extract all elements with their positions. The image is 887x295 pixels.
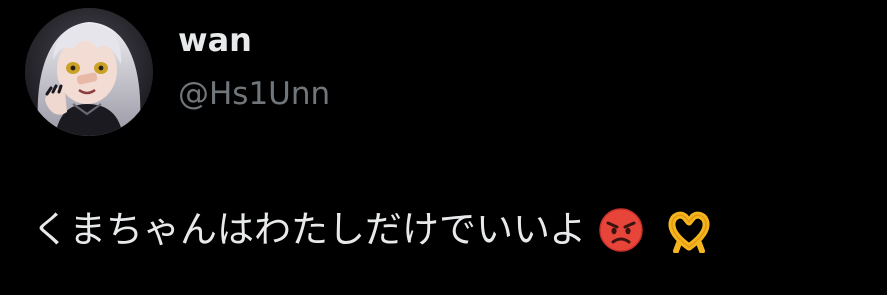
user-handle[interactable]: @Hs1Unn xyxy=(178,74,330,114)
angry-face-emoji xyxy=(598,207,644,253)
tweet-text: くまちゃんはわたしだけでいいよ xyxy=(32,208,587,251)
tweet: wan @Hs1Unn くまちゃんはわたしだけでいいよ xyxy=(0,0,887,295)
heart-hands-emoji xyxy=(666,207,712,254)
display-name[interactable]: wan xyxy=(178,20,252,60)
tweet-body: くまちゃんはわたしだけでいいよ xyxy=(32,204,712,256)
avatar-image xyxy=(25,8,153,136)
avatar[interactable] xyxy=(25,8,153,136)
